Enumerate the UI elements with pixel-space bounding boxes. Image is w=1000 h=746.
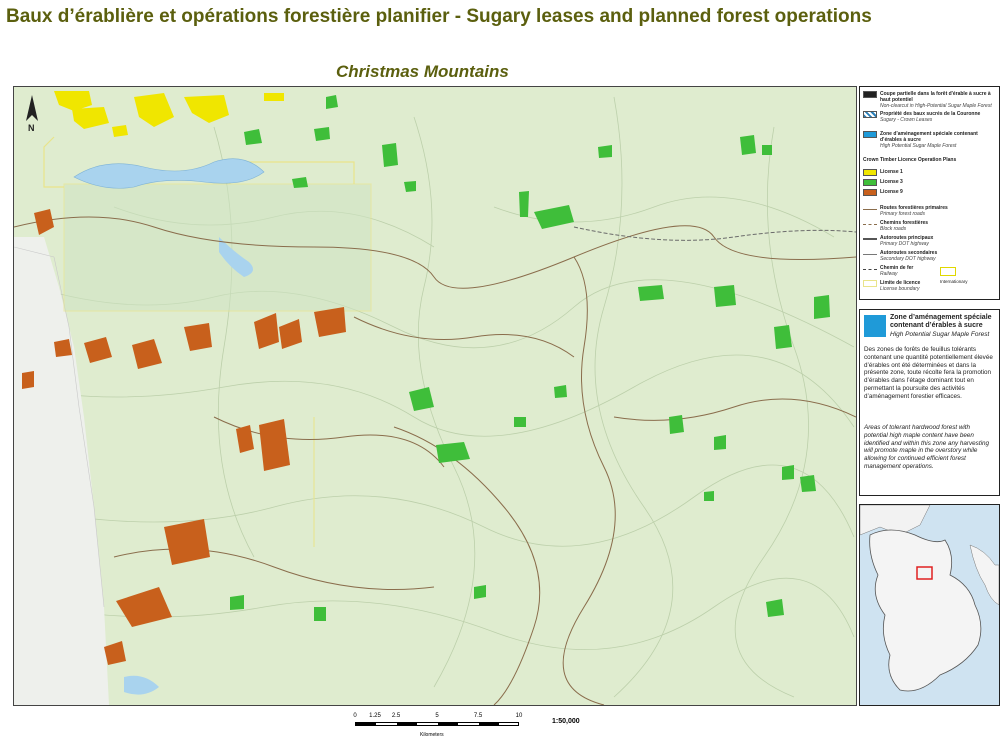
legend-line-swatch — [863, 220, 877, 225]
legend-label-en: Primary forest roads — [880, 211, 926, 217]
legend-label: License 1 — [880, 169, 903, 175]
legend-label-en: Non-clearcut in High-Potential Sugar Map… — [880, 103, 992, 109]
north-label: N — [28, 123, 35, 133]
scale-ratio: 1:50,000 — [552, 718, 580, 725]
scale-tick: 7.5 — [473, 713, 483, 719]
legend-item-sugary-crown: Propriété des baux sucrés de la Couronne… — [863, 111, 996, 123]
legend-item-primary-roads: Routes forestières primaires Primary fore… — [863, 205, 996, 217]
legend-label-en: Railway — [880, 271, 898, 277]
legend-label: License 9 — [880, 189, 903, 195]
maple-zone-title-en: High Potential Sugar Maple Forest — [890, 331, 990, 338]
legend-item-primary-highway: Autoroutes principaux Primary DOT highway — [863, 235, 996, 247]
maple-zone-panel: Zone d’aménagement spéciale contenant d’… — [859, 309, 1000, 496]
map-canvas: N — [14, 87, 856, 705]
legend-boundary-swatch — [940, 267, 956, 276]
legend-swatch — [863, 169, 877, 176]
legend-line-swatch — [863, 235, 877, 240]
maple-zone-description-fr: Des zones de forêts de feuillus tolérant… — [864, 346, 993, 400]
maple-zone-title-fr: Zone d’aménagement spéciale contenant d’… — [890, 314, 992, 329]
legend-label-en: Primary DOT highway — [880, 241, 929, 247]
legend-item-maple-zone: Zone d’aménagement spéciale contenant d’… — [863, 131, 996, 149]
scale-bar-graphic — [355, 722, 519, 726]
legend-swatch — [863, 280, 877, 287]
legend-item-license-9: License 9 — [863, 189, 996, 196]
legend-item-block-roads: Chemins forestières Block roads — [863, 220, 996, 232]
legend-line-swatch — [863, 250, 877, 255]
legend-swatch — [863, 189, 877, 196]
legend-item-license-1: License 1 — [863, 169, 996, 176]
maple-zone-swatch — [864, 315, 886, 337]
map-subtitle: Christmas Mountains — [336, 62, 509, 81]
legend-swatch — [863, 131, 877, 138]
legend-label-fr: Coupe partielle dans la forêt d'érable à… — [880, 91, 991, 103]
legend-licence-heading: Crown Timber Licence Operation Plans — [863, 157, 957, 163]
legend-item-partial-cut: Coupe partielle dans la forêt d'érable à… — [863, 91, 996, 109]
legend-boundary-label: Internationary — [940, 279, 968, 284]
legend-item-license-3: License 3 — [863, 179, 996, 186]
legend-label-en: Block roads — [880, 226, 907, 232]
map-legend: Coupe partielle dans la forêt d'érable à… — [859, 86, 1000, 300]
locator-inset-map — [859, 504, 1000, 706]
legend-label-en: License boundary — [880, 286, 920, 292]
legend-label-en: Secondary DOT highway — [880, 256, 936, 262]
legend-swatch — [863, 111, 877, 118]
main-map[interactable]: N — [13, 86, 857, 706]
scale-unit: Kilometers — [420, 732, 444, 738]
legend-label-fr: Zone d’aménagement spéciale contenant d’… — [880, 131, 978, 143]
legend-line-swatch — [863, 265, 877, 270]
legend-item-railway: Chemin de fer Railway — [863, 265, 996, 277]
legend-label-en: Sugary - Crown Leases — [880, 117, 933, 123]
maple-zone-description-en: Areas of tolerant hardwood forest with p… — [864, 424, 989, 470]
scale-tick: 10 — [515, 713, 523, 719]
scale-bar: 0 1.25 2.5 5 7.5 10 Kilometers — [350, 713, 525, 743]
scale-tick: 5 — [435, 713, 439, 719]
legend-label: License 3 — [880, 179, 903, 185]
map-title: Baux d’érablière et opérations forestièr… — [6, 6, 872, 27]
legend-item-license-boundary: Limite de licence License boundary — [863, 280, 996, 292]
legend-swatch — [863, 179, 877, 186]
scale-tick: 1.25 — [369, 713, 381, 719]
inset-canvas — [860, 505, 999, 705]
scale-tick: 0 — [353, 713, 357, 719]
legend-label-en: High Potential Sugar Maple Forest — [880, 143, 957, 149]
legend-item-secondary-highway: Autoroutes secondaires Secondary DOT high… — [863, 250, 996, 262]
legend-swatch — [863, 91, 877, 98]
legend-line-swatch — [863, 205, 877, 210]
scale-tick: 2.5 — [391, 713, 401, 719]
